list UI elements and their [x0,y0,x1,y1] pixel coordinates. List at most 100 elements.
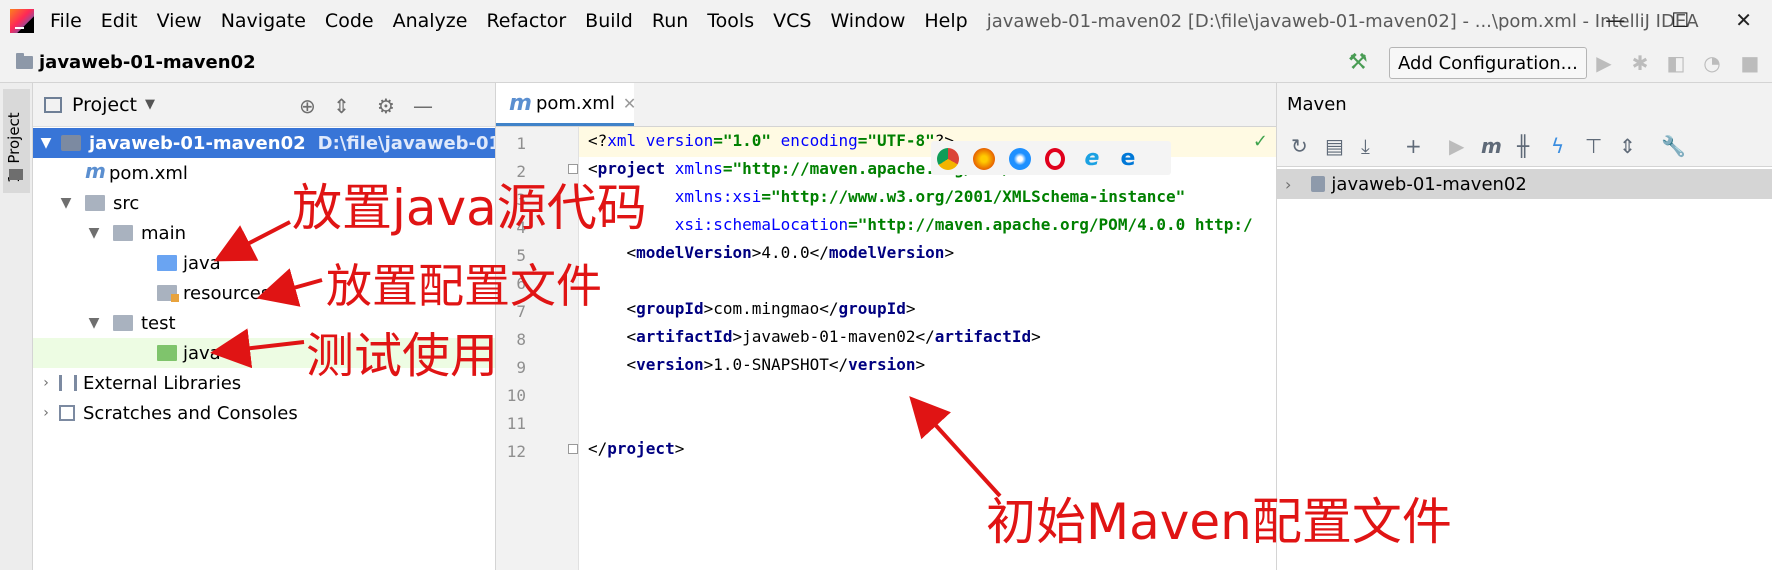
tree-item-label: java [183,342,221,364]
window-title: javaweb-01-maven02 [D:\file\javaweb-01-m… [986,10,1699,32]
menu-navigate[interactable]: Navigate [221,10,306,32]
tree-item-label: Scratches and Consoles [83,402,298,424]
maven-file-icon: m [85,159,106,183]
maven-module-icon [1311,176,1326,192]
tree-item-label: test [141,312,176,334]
reload-icon[interactable]: ↻ [1291,134,1308,158]
stop-icon[interactable]: ■ [1738,51,1762,75]
download-icon[interactable]: ⤓ [1361,134,1370,158]
maven-panel-title: Maven [1277,83,1772,126]
close-icon[interactable]: ✕ [623,94,636,113]
project-view-selector[interactable]: Project [72,94,137,116]
annotation-test-use: 测试使用 [306,328,499,384]
chevron-down-icon[interactable]: ▼ [59,195,73,211]
skip-tests-icon[interactable]: ϟ [1551,134,1564,158]
line-number: 11 [506,414,526,433]
add-icon[interactable]: + [1405,134,1422,158]
wrench-icon[interactable]: 🔧 [1661,134,1686,158]
resources-badge-icon [171,294,179,302]
chevron-right-icon[interactable]: › [39,375,53,391]
checkmark-icon: ✓ [1252,131,1268,152]
collapse-all-icon[interactable]: ⇕ [1619,134,1636,158]
chevron-down-icon[interactable]: ▼ [145,97,155,112]
coverage-icon[interactable]: ◧ [1664,51,1688,75]
chevron-down-icon[interactable]: ▼ [87,225,101,241]
tree-item-label: src [113,192,140,214]
gear-icon[interactable]: ⚙ [377,94,395,118]
opera-icon[interactable] [1045,148,1065,170]
editor-tab-bar: m pom.xml ✕ [496,83,1276,127]
show-dependencies-icon[interactable]: ⊤ [1585,134,1602,158]
fold-marker-icon[interactable] [568,444,578,454]
project-panel-header: Project ▼ ⊕ ⇕ ⚙ — [33,83,495,127]
ie-icon[interactable]: e [1081,148,1103,170]
toggle-offline-icon[interactable]: ╫ [1517,134,1529,158]
menu-help[interactable]: Help [924,10,967,32]
firefox-icon[interactable] [973,148,995,170]
chevron-right-icon[interactable]: › [1285,175,1291,194]
execute-goal-icon[interactable]: m [1481,134,1502,158]
maven-file-icon: m [509,90,532,116]
locate-target-icon[interactable]: ⊕ [299,94,316,118]
menu-build[interactable]: Build [585,10,633,32]
tree-item-scratches[interactable]: › Scratches and Consoles [33,398,495,428]
menu-tools[interactable]: Tools [707,10,754,32]
code-line-5: <modelVersion>4.0.0</modelVersion> [626,243,955,262]
code-line-1: <?xml version="1.0" encoding="UTF-8"?> [588,131,954,150]
project-strip-icon [9,169,23,180]
scratches-icon [59,405,75,421]
run-icon[interactable]: ▶ [1449,134,1464,158]
add-configuration-button[interactable]: Add Configuration... [1389,47,1587,79]
maven-project-root[interactable]: › javaweb-01-maven02 [1277,169,1772,199]
collapse-all-icon[interactable]: ⇕ [333,94,350,118]
library-icon [59,375,77,391]
hide-panel-icon[interactable]: — [413,94,433,118]
debug-icon[interactable]: ✱ [1628,51,1652,75]
menu-code[interactable]: Code [325,10,374,32]
menu-view[interactable]: View [157,10,202,32]
tree-item-label: resources [183,282,271,304]
build-hammer-icon[interactable]: ⚒ [1348,50,1374,76]
minimize-button[interactable]: — [1605,8,1625,32]
maven-project-label: javaweb-01-maven02 [1331,173,1527,195]
profile-icon[interactable]: ◔ [1700,51,1724,75]
generate-sources-icon[interactable]: ▤ [1325,134,1344,158]
tree-item-label: javaweb-01-maven02D:\file\javaweb-01-mav… [89,132,495,154]
code-line-3: xmlns:xsi="http://www.w3.org/2001/XMLSch… [674,187,1186,206]
tree-item-label: pom.xml [109,162,188,184]
tool-window-strip: 1: Project [0,83,33,570]
module-folder-icon [61,135,81,151]
safari-icon[interactable] [1009,148,1031,170]
annotation-java-source: 放置java源代码 [292,179,647,237]
code-line-9: <version>1.0-SNAPSHOT</version> [626,355,926,374]
maven-toolbar: ↻ ▤ ⤓ + ▶ m ╫ ϟ ⊤ ⇕ 🔧 [1277,126,1772,167]
menu-bar: File Edit View Navigate Code Analyze Ref… [0,0,1772,42]
menu-file[interactable]: File [50,10,82,32]
test-folder-icon [157,345,177,361]
chevron-right-icon[interactable]: › [39,405,53,421]
chevron-down-icon[interactable]: ▼ [87,315,101,331]
menu-window[interactable]: Window [830,10,905,32]
menu-run[interactable]: Run [652,10,688,32]
edge-icon[interactable]: e [1117,148,1139,170]
menu-analyze[interactable]: Analyze [393,10,468,32]
tree-item-project-root[interactable]: ▼ javaweb-01-maven02D:\file\javaweb-01-m… [33,128,495,158]
line-number: 10 [506,386,526,405]
maximize-button[interactable]: ☐ [1671,8,1689,32]
menu-vcs[interactable]: VCS [773,10,811,32]
intellij-logo-icon [10,9,34,33]
menu-edit[interactable]: Edit [101,10,138,32]
menu-refactor[interactable]: Refactor [486,10,566,32]
line-number: 9 [516,358,526,377]
folder-icon [113,225,133,241]
code-line-12: </project> [588,439,685,458]
tab-pom-xml[interactable]: m pom.xml ✕ [496,83,636,126]
run-icon[interactable]: ▶ [1592,51,1616,75]
browser-preview-bar: e e [931,141,1171,175]
tab-label: pom.xml [535,92,615,114]
chrome-icon[interactable] [937,148,959,170]
close-button[interactable]: ✕ [1735,8,1752,32]
chevron-down-icon[interactable]: ▼ [39,135,53,151]
source-folder-icon [157,255,177,271]
breadcrumb-project[interactable]: javaweb-01-maven02 [39,52,256,73]
